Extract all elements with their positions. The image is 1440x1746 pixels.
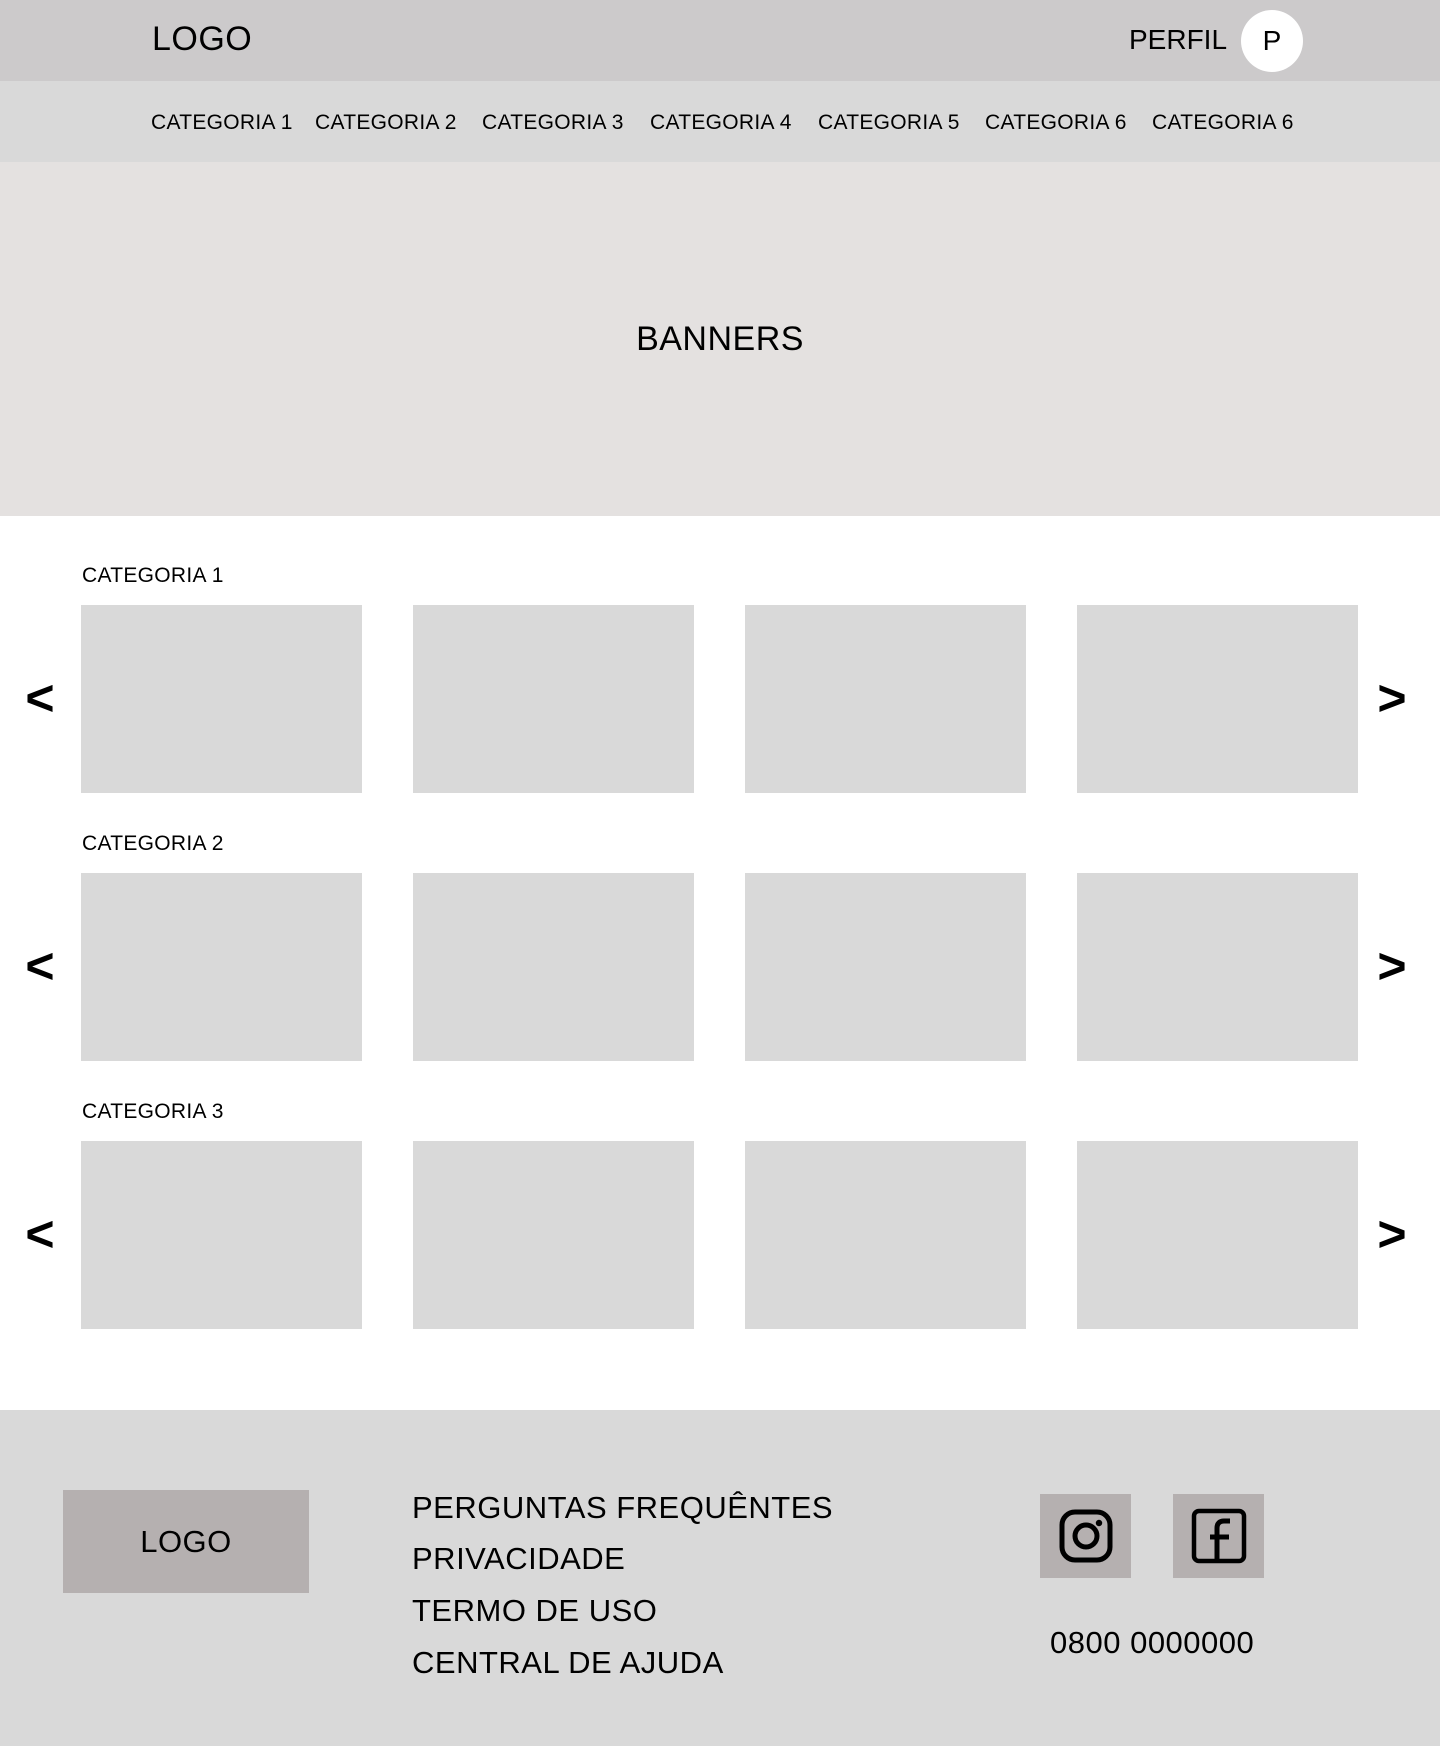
avatar[interactable]: P [1241, 10, 1303, 72]
instagram-icon [1059, 1509, 1112, 1563]
nav-category-3[interactable]: CATEGORIA 3 [482, 111, 624, 135]
product-card[interactable] [81, 605, 362, 793]
product-card[interactable] [81, 873, 362, 1061]
product-card[interactable] [413, 1141, 694, 1329]
section-title-3: CATEGORIA 3 [82, 1100, 224, 1123]
section-title-1: CATEGORIA 1 [82, 564, 224, 587]
profile-link[interactable]: PERFIL [1129, 24, 1227, 56]
carousel-next-1[interactable]: > [1372, 670, 1412, 726]
nav-category-6[interactable]: CATEGORIA 6 [985, 111, 1127, 135]
header-logo[interactable]: LOGO [152, 20, 252, 59]
phone-number: 0800 0000000 [1050, 1625, 1255, 1660]
product-card[interactable] [413, 873, 694, 1061]
product-card[interactable] [745, 873, 1026, 1061]
top-header: LOGO PERFIL P [0, 0, 1440, 81]
product-card[interactable] [81, 1141, 362, 1329]
section-title-2: CATEGORIA 2 [82, 832, 224, 855]
footer-logo-label: LOGO [140, 1523, 232, 1559]
nav-category-1[interactable]: CATEGORIA 1 [151, 111, 293, 135]
footer-link-faq[interactable]: PERGUNTAS FREQUÊNTES [412, 1490, 833, 1526]
carousel-prev-2[interactable]: < [20, 938, 60, 994]
nav-category-6b[interactable]: CATEGORIA 6 [1152, 111, 1294, 135]
product-card[interactable] [745, 605, 1026, 793]
product-card[interactable] [1077, 873, 1358, 1061]
facebook-button[interactable] [1173, 1494, 1264, 1578]
instagram-button[interactable] [1040, 1494, 1131, 1578]
footer-link-help[interactable]: CENTRAL DE AJUDA [412, 1645, 724, 1681]
hero-banner[interactable]: BANNERS [0, 162, 1440, 516]
carousel-next-3[interactable]: > [1372, 1206, 1412, 1262]
footer-link-privacy[interactable]: PRIVACIDADE [412, 1541, 625, 1577]
carousel-prev-1[interactable]: < [20, 670, 60, 726]
category-nav: CATEGORIA 1 CATEGORIA 2 CATEGORIA 3 CATE… [0, 81, 1440, 162]
avatar-initial: P [1262, 25, 1282, 56]
nav-category-2[interactable]: CATEGORIA 2 [315, 111, 457, 135]
footer-logo[interactable]: LOGO [63, 1490, 309, 1593]
nav-category-5[interactable]: CATEGORIA 5 [818, 111, 960, 135]
product-card[interactable] [1077, 1141, 1358, 1329]
carousel-prev-3[interactable]: < [20, 1206, 60, 1262]
carousel-next-2[interactable]: > [1372, 938, 1412, 994]
product-card[interactable] [413, 605, 694, 793]
banner-label: BANNERS [636, 319, 804, 358]
product-card[interactable] [745, 1141, 1026, 1329]
footer: LOGO PERGUNTAS FREQUÊNTES PRIVACIDADE TE… [0, 1410, 1440, 1746]
product-card[interactable] [1077, 605, 1358, 793]
footer-link-terms[interactable]: TERMO DE USO [412, 1593, 657, 1629]
nav-category-4[interactable]: CATEGORIA 4 [650, 111, 792, 135]
facebook-icon [1191, 1508, 1246, 1564]
